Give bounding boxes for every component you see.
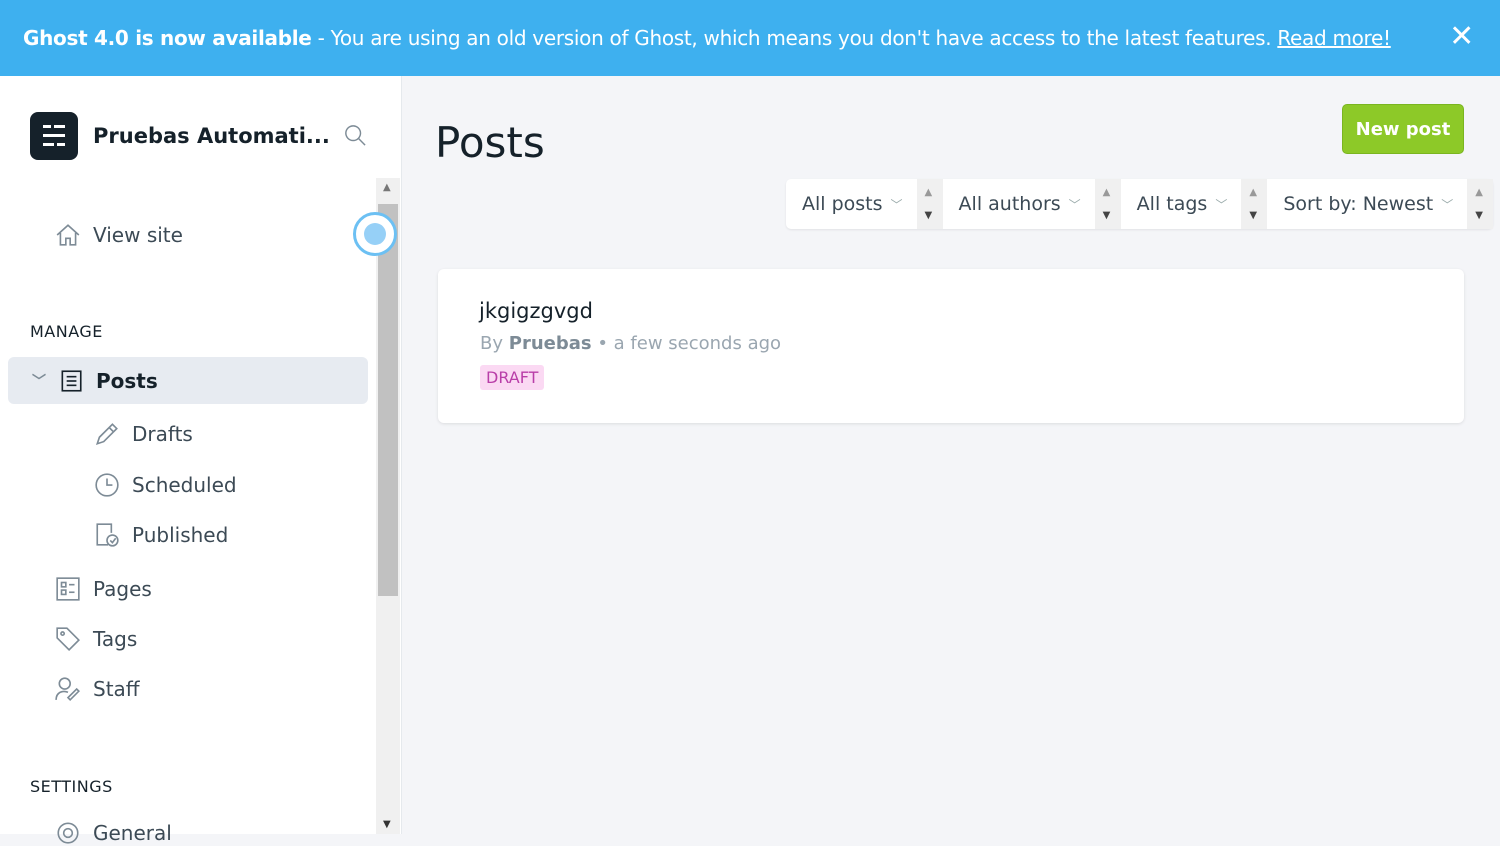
filter-label: All authors: [958, 193, 1061, 215]
sidebar-item-staff[interactable]: Staff: [55, 676, 140, 702]
manage-heading: MANAGE: [30, 322, 103, 341]
clock-icon: [95, 473, 119, 497]
settings-heading: SETTINGS: [30, 777, 113, 796]
pages-icon: [56, 577, 80, 601]
filter-label: All posts: [802, 193, 883, 215]
search-icon[interactable]: [344, 124, 366, 146]
filter-tag-select[interactable]: All tags ﹀: [1121, 179, 1242, 229]
banner-message: - You are using an old version of Ghost,…: [311, 26, 1272, 50]
sidebar-item-tags[interactable]: Tags: [55, 626, 137, 652]
staff-label: Staff: [93, 677, 140, 701]
published-icon: [96, 523, 119, 547]
posts-icon: [61, 370, 82, 392]
site-logo[interactable]: [30, 112, 78, 160]
select-spinner[interactable]: ▲ ▼: [1241, 179, 1268, 229]
post-filters: All posts ﹀ ▲ ▼ All authors ﹀ ▲ ▼ All tags ﹀ …: [786, 179, 1494, 229]
pencil-icon: [95, 423, 118, 446]
view-site-link[interactable]: View site: [55, 222, 183, 248]
close-icon[interactable]: ✕: [1449, 22, 1474, 52]
general-label: General: [93, 821, 172, 845]
chevron-down-icon: ﹀: [1441, 197, 1454, 212]
sidebar-item-pages[interactable]: Pages: [55, 576, 152, 602]
post-list-item[interactable]: jkgigzgvgd By Pruebas • a few seconds ag…: [438, 269, 1464, 423]
tags-label: Tags: [93, 627, 138, 651]
sidebar-item-scheduled[interactable]: Scheduled: [94, 472, 237, 498]
filter-author-select[interactable]: All authors ﹀: [943, 179, 1095, 229]
sidebar-item-drafts[interactable]: Drafts: [94, 421, 193, 447]
pages-label: Pages: [93, 577, 152, 601]
select-spinner[interactable]: ▲ ▼: [1467, 179, 1494, 229]
site-name[interactable]: Pruebas Automati...: [93, 124, 330, 148]
by-label: By: [480, 333, 504, 354]
staff-icon: [55, 677, 80, 701]
upgrade-banner: Ghost 4.0 is now available - You are usi…: [0, 0, 1500, 76]
sidebar-item-general[interactable]: General: [55, 820, 172, 846]
sidebar: Pruebas Automati... View site MANAGE ﹀ Po…: [0, 76, 402, 845]
sidebar-scrollbar[interactable]: ▲ ▼: [376, 178, 400, 834]
sort-select[interactable]: Sort by: Newest ﹀: [1267, 179, 1467, 229]
view-site-label: View site: [93, 223, 183, 247]
tag-icon: [56, 627, 80, 651]
sidebar-item-published[interactable]: Published: [94, 522, 228, 548]
post-author: Pruebas: [508, 333, 592, 354]
published-label: Published: [132, 523, 229, 547]
gear-icon: [57, 822, 79, 844]
drafts-label: Drafts: [132, 422, 193, 446]
select-spinner[interactable]: ▲ ▼: [1094, 179, 1121, 229]
chevron-down-icon: ﹀: [890, 197, 903, 212]
filter-label: All tags: [1136, 193, 1208, 215]
posts-label: Posts: [96, 369, 158, 393]
scrollbar-thumb[interactable]: [378, 204, 398, 596]
banner-title: Ghost 4.0 is now available: [23, 26, 312, 50]
filter-label: Sort by: Newest: [1283, 193, 1434, 215]
post-meta: By Pruebas • a few seconds ago: [480, 333, 781, 354]
post-title[interactable]: jkgigzgvgd: [479, 299, 593, 323]
status-badge: DRAFT: [480, 365, 545, 390]
scheduled-label: Scheduled: [132, 473, 237, 497]
sidebar-item-posts[interactable]: ﹀ Posts: [32, 368, 158, 394]
select-spinner[interactable]: ▲ ▼: [916, 179, 943, 229]
scroll-up-icon[interactable]: ▲: [383, 182, 391, 193]
chevron-down-icon[interactable]: ﹀: [32, 371, 46, 391]
post-time: • a few seconds ago: [597, 333, 782, 354]
home-icon: [56, 224, 80, 246]
filter-type-select[interactable]: All posts ﹀: [786, 179, 917, 229]
chevron-down-icon: ﹀: [1068, 197, 1081, 212]
chevron-down-icon: ﹀: [1215, 197, 1228, 212]
page-title: Posts: [435, 118, 545, 167]
pointer-indicator: [353, 212, 397, 256]
read-more-link[interactable]: Read more!: [1277, 26, 1391, 50]
new-post-button[interactable]: New post: [1342, 104, 1464, 154]
scroll-down-icon[interactable]: ▼: [383, 819, 391, 830]
